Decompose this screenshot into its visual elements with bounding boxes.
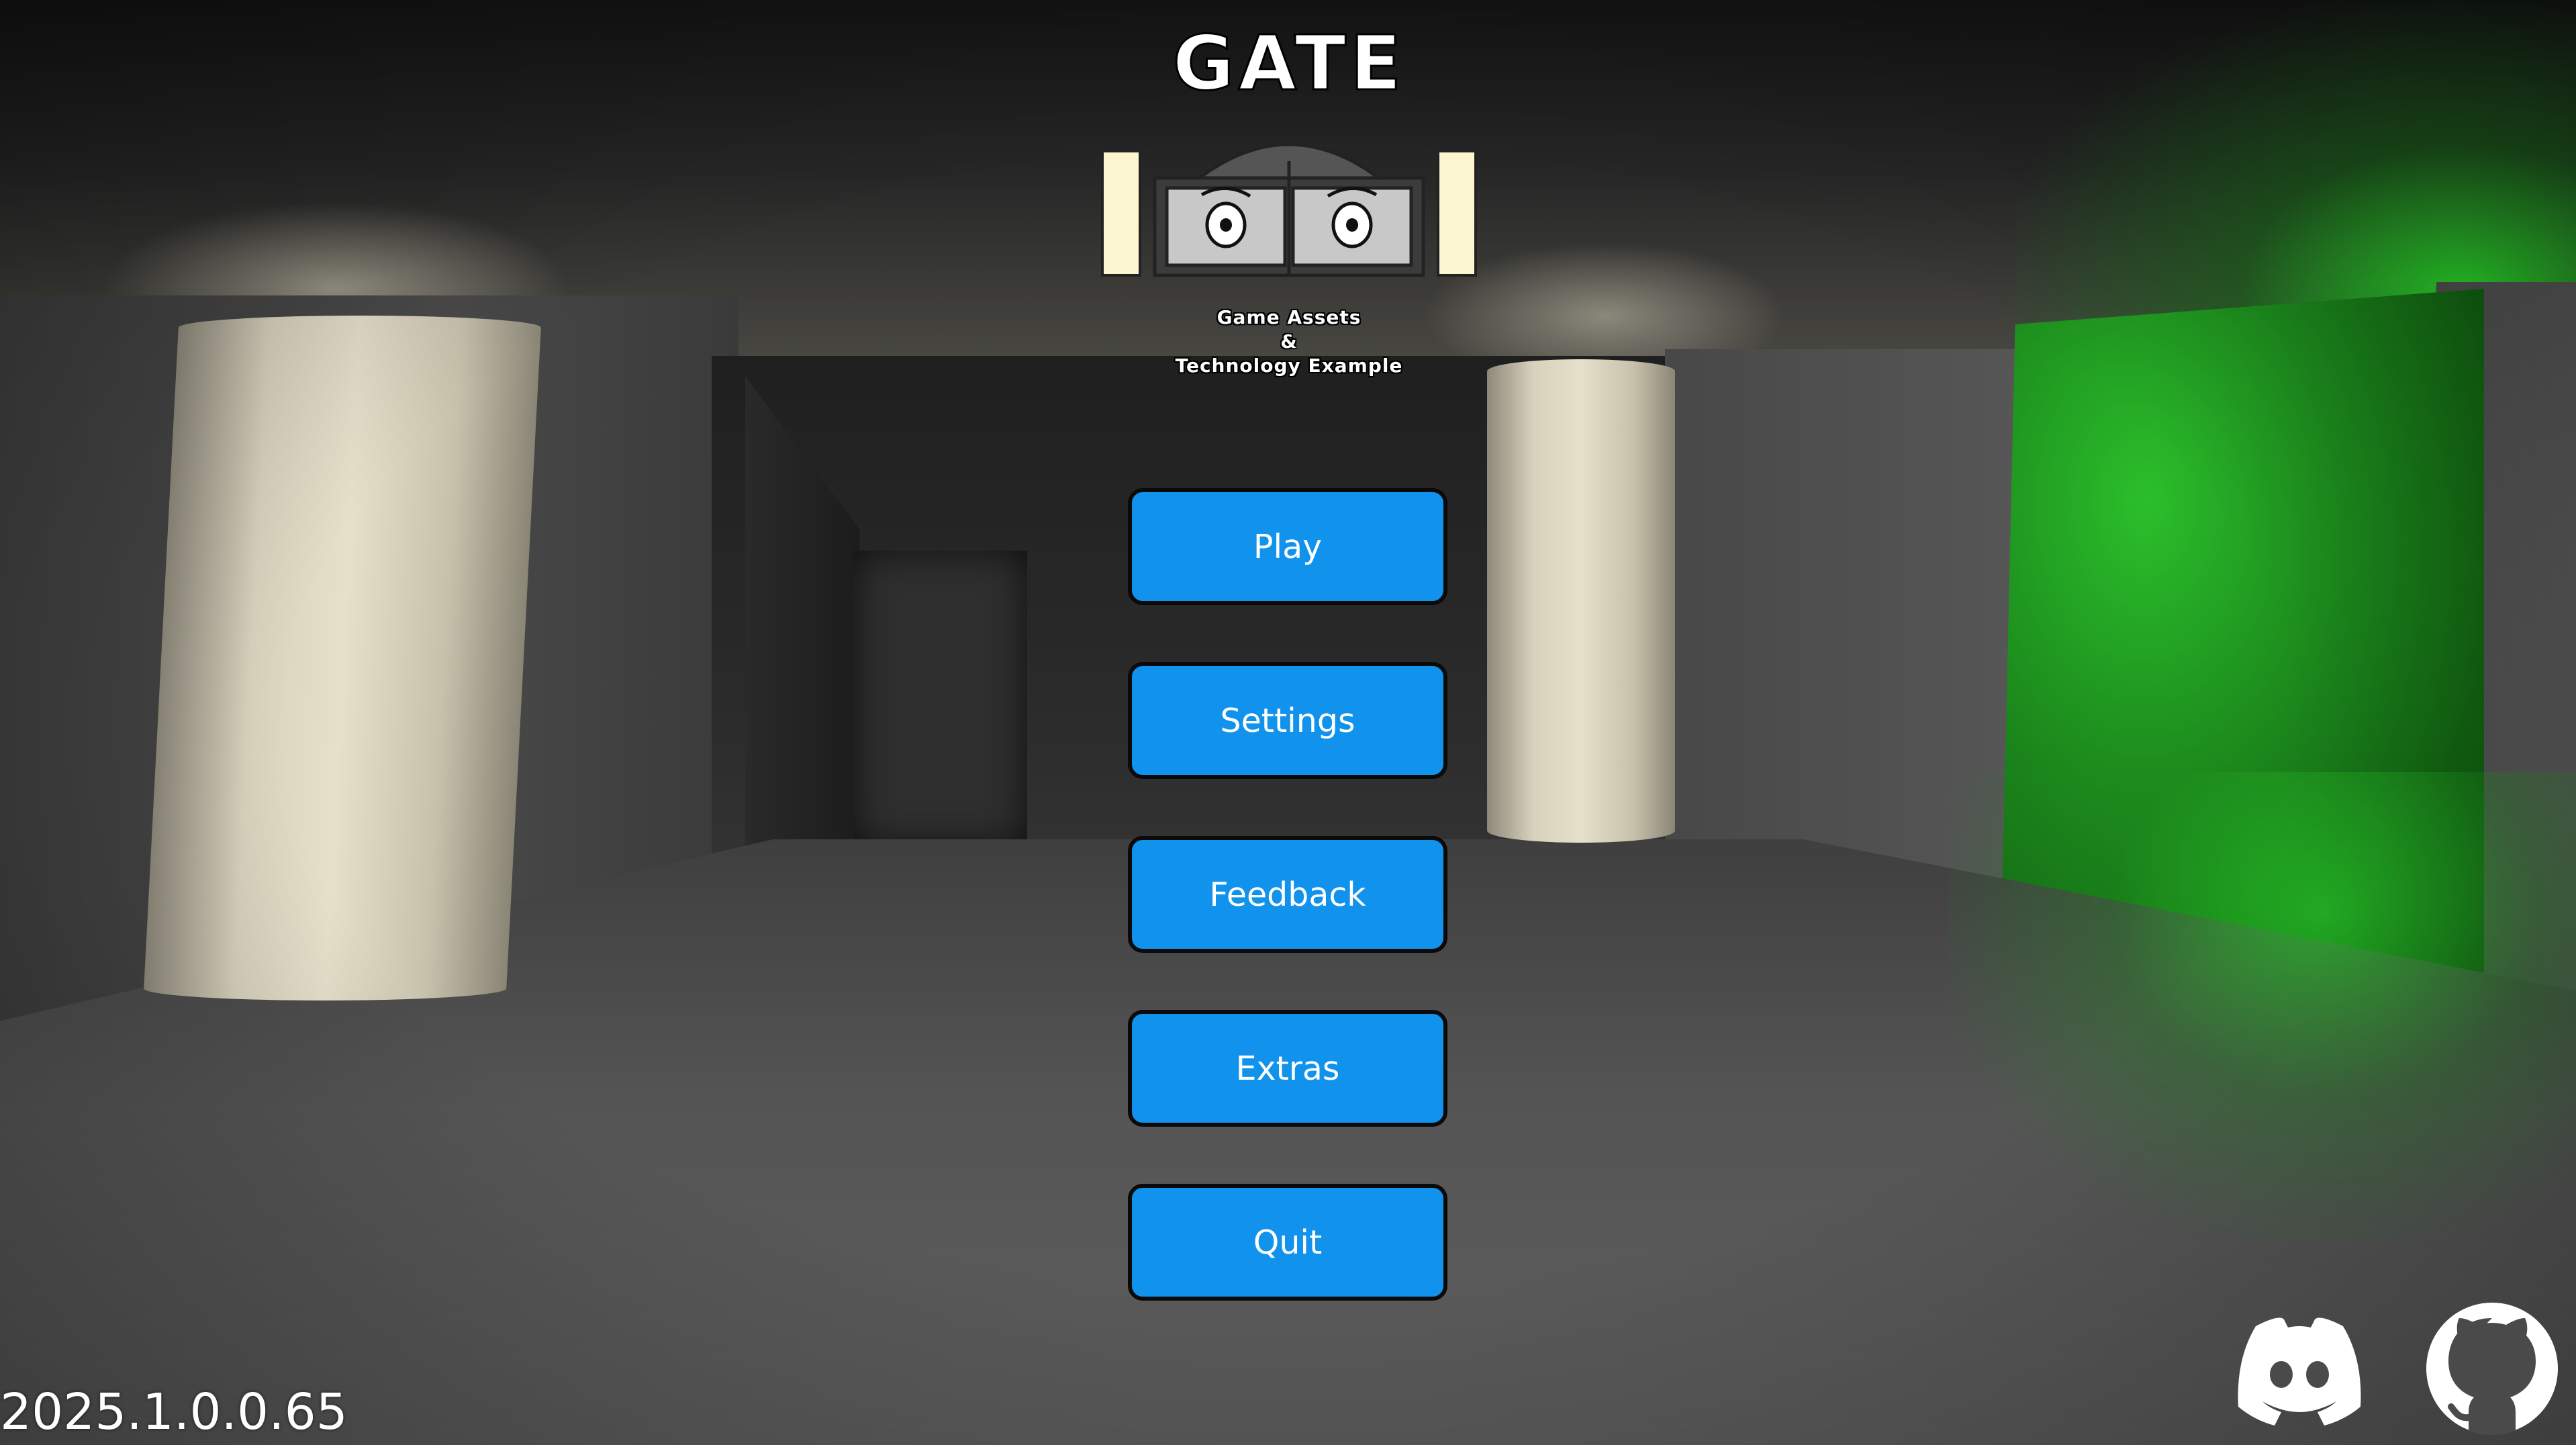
main-menu: Play Settings Feedback Extras Quit (1128, 488, 1447, 1358)
game-logo: GATE Game Assets & Technology Example (1094, 19, 1484, 377)
quit-button[interactable]: Quit (1128, 1184, 1447, 1301)
feedback-button[interactable]: Feedback (1128, 836, 1447, 953)
logo-subtitle-line-2: & (1280, 330, 1298, 353)
logo-subtitle-line-3: Technology Example (1175, 355, 1403, 377)
logo-title: GATE (1172, 19, 1406, 109)
pillar-left (143, 316, 542, 1000)
settings-button[interactable]: Settings (1128, 662, 1447, 779)
github-icon[interactable] (2422, 1299, 2563, 1437)
gate-logo-icon (1101, 142, 1477, 277)
discord-logo-shape (2238, 1317, 2361, 1426)
github-logo-shape (2426, 1303, 2558, 1435)
green-floor-glow (1947, 772, 2576, 1242)
corridor-opening (853, 551, 1027, 846)
version-label: 2025.1.0.0.65 (0, 1383, 348, 1441)
discord-icon[interactable] (2229, 1299, 2370, 1437)
extras-button[interactable]: Extras (1128, 1010, 1447, 1127)
game-main-menu-screen: GATE Game Assets & Technology Example Pl… (0, 0, 2576, 1445)
play-button[interactable]: Play (1128, 488, 1447, 605)
pillar-right (1487, 359, 1675, 843)
logo-subtitle-line-1: Game Assets (1217, 306, 1362, 328)
logo-subtitle: Game Assets & Technology Example (1094, 306, 1484, 378)
